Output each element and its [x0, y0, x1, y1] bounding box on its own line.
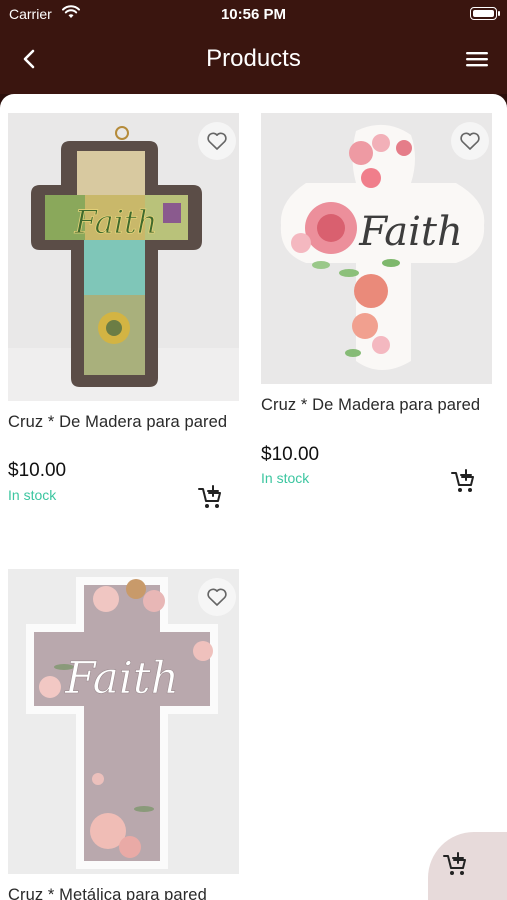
product-card[interactable]: Faith Cruz * De Madera para pared $10.00… — [261, 113, 492, 492]
product-grid: Faith Cruz * De Madera para pared $10.00… — [0, 94, 507, 900]
product-image[interactable]: Faith — [261, 113, 492, 384]
favorite-button[interactable] — [198, 578, 236, 616]
favorite-button[interactable] — [198, 122, 236, 160]
product-card[interactable]: Faith Cruz * Metálica para pared — [8, 569, 239, 900]
add-to-cart-icon — [443, 852, 466, 875]
product-image[interactable]: Faith — [8, 569, 239, 874]
add-to-cart-icon[interactable] — [197, 485, 223, 511]
product-price: $10.00 — [8, 460, 67, 481]
svg-text:Faith: Faith — [358, 209, 463, 255]
battery-icon — [470, 7, 500, 20]
wooden-cross-image: Faith — [8, 113, 239, 401]
product-name[interactable]: Cruz * De Madera para pared — [261, 396, 492, 415]
product-image[interactable]: Faith — [8, 113, 239, 401]
svg-text:Faith: Faith — [64, 653, 179, 704]
clock: 10:56 PM — [220, 6, 287, 23]
status-bar: Carrier 10:56 PM — [0, 0, 507, 28]
product-price: $10.00 — [261, 444, 320, 465]
svg-text:Faith: Faith — [74, 203, 158, 241]
heart-icon — [207, 588, 227, 606]
add-to-cart-icon[interactable] — [450, 469, 476, 495]
stock-status: In stock — [261, 470, 310, 486]
hamburger-menu-icon[interactable] — [465, 49, 489, 69]
heart-icon — [460, 132, 480, 150]
favorite-button[interactable] — [451, 122, 489, 160]
product-name[interactable]: Cruz * Metálica para pared — [8, 886, 239, 900]
heart-icon — [207, 132, 227, 150]
stock-status: In stock — [8, 487, 57, 503]
navigation-bar: Products — [0, 28, 507, 94]
product-name[interactable]: Cruz * De Madera para pared — [8, 413, 239, 432]
metal-cross-image: Faith — [8, 569, 239, 874]
product-card[interactable]: Faith Cruz * De Madera para pared $10.00… — [8, 113, 239, 508]
page-title: Products — [206, 45, 301, 72]
